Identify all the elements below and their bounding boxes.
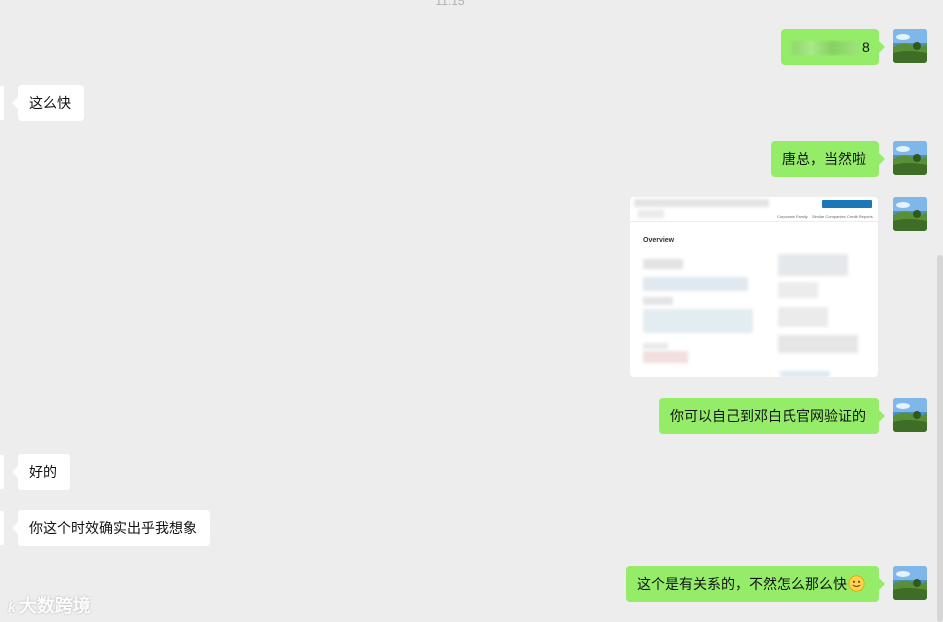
- scrollbar[interactable]: [937, 255, 943, 622]
- landscape-avatar-icon: [893, 566, 927, 600]
- landscape-avatar-icon: [893, 141, 927, 175]
- message-bubble-incoming[interactable]: 好的: [12, 454, 70, 490]
- landscape-avatar-icon: [893, 197, 927, 231]
- message-bubble-outgoing[interactable]: 这个是有关系的，不然怎么那么快: [626, 566, 885, 602]
- landscape-avatar-icon: [893, 29, 927, 63]
- self-avatar[interactable]: [893, 141, 927, 175]
- message-text: 好的: [29, 464, 57, 480]
- message-text: 你可以自己到邓白氏官网验证的: [670, 408, 866, 424]
- watermark-logo: k: [8, 599, 16, 615]
- contact-avatar[interactable]: [0, 511, 4, 545]
- message-text: 唐总，当然啦: [782, 151, 866, 167]
- screenshot-header: Corporate Family Similar Companies Credi…: [630, 197, 878, 222]
- screenshot-nav-item: Credit Reports: [847, 214, 873, 219]
- message-bubble-incoming[interactable]: 你这个时效确实出乎我想象: [12, 510, 210, 546]
- message-bubble-outgoing[interactable]: 8: [781, 29, 885, 65]
- self-avatar[interactable]: [893, 29, 927, 63]
- self-avatar[interactable]: [893, 566, 927, 600]
- smile-emoji-icon: [848, 575, 865, 592]
- landscape-avatar-icon: [893, 398, 927, 432]
- screenshot-nav-item: Corporate Family: [777, 214, 808, 219]
- watermark-text: 大数跨境: [18, 596, 91, 616]
- image-message[interactable]: Corporate Family Similar Companies Credi…: [630, 197, 878, 377]
- screenshot-cta-button: [822, 200, 872, 208]
- message-bubble-outgoing[interactable]: 你可以自己到邓白氏官网验证的: [659, 398, 885, 434]
- message-timestamp: 11:15: [435, 0, 465, 8]
- screenshot-nav-item: Similar Companies: [812, 214, 846, 219]
- self-avatar[interactable]: [893, 197, 927, 231]
- contact-avatar[interactable]: [0, 455, 4, 489]
- redacted-text: [792, 41, 858, 56]
- contact-avatar[interactable]: [0, 86, 4, 120]
- watermark: k 大数跨境: [8, 592, 91, 618]
- self-avatar[interactable]: [893, 398, 927, 432]
- screenshot-overview-title: Overview: [643, 237, 675, 244]
- message-text: 这么快: [29, 95, 71, 111]
- message-text: 8: [862, 39, 870, 55]
- chat-window: 11:15 8 这么快 唐总，当然啦 Corporate Family Simi…: [0, 0, 943, 622]
- message-bubble-incoming[interactable]: 这么快: [12, 85, 84, 121]
- message-bubble-outgoing[interactable]: 唐总，当然啦: [771, 141, 885, 177]
- message-text: 你这个时效确实出乎我想象: [29, 520, 197, 536]
- message-text: 这个是有关系的，不然怎么那么快: [637, 576, 847, 592]
